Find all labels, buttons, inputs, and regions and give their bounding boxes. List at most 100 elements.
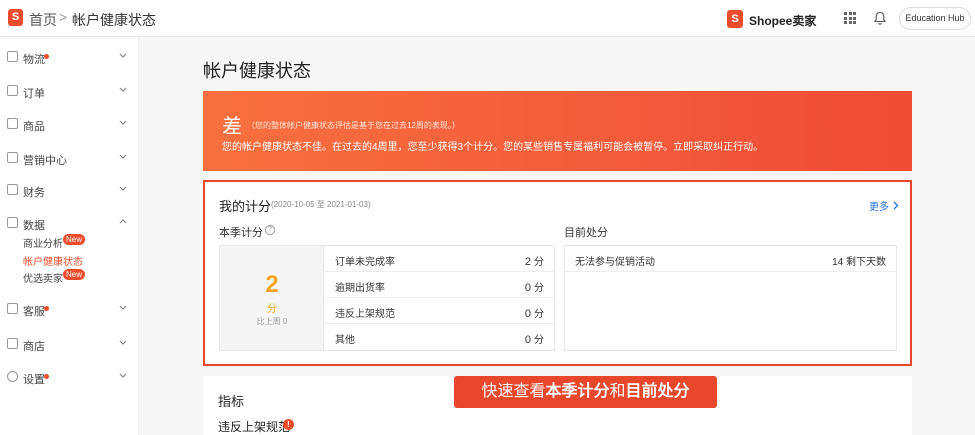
table-row: 其他 0分 xyxy=(325,324,554,350)
more-link-label: 更多 xyxy=(869,202,889,213)
sidebar-item-products[interactable]: 商品 xyxy=(0,115,139,135)
banner-message: 您的帐户健康状态不佳。在过去的4周里，您至少获得3个计分。您的某些销售专属福利可… xyxy=(222,142,764,153)
penalty-name: 无法参与促销活动 xyxy=(575,257,655,268)
breadcrumb-home[interactable]: 首页 xyxy=(29,10,57,30)
sidebar-item-customer-service[interactable]: 客服 xyxy=(0,300,139,320)
card-title: 我的计分 xyxy=(219,199,272,214)
chevron-right-icon xyxy=(893,201,899,210)
sidebar-item-settings[interactable]: 设置 xyxy=(0,368,139,388)
notification-dot xyxy=(44,374,49,379)
more-link[interactable]: 更多 xyxy=(869,198,899,213)
new-badge: New xyxy=(63,269,86,280)
chevron-down-icon xyxy=(119,120,127,125)
sidebar-item-label: 商品 xyxy=(23,121,45,133)
metric-unit: 分 xyxy=(534,335,544,346)
sidebar-item-data[interactable]: 数据 xyxy=(0,214,139,234)
sidebar-item-logistics[interactable]: 物流 xyxy=(0,48,139,68)
truck-icon xyxy=(7,51,18,62)
table-row: 逾期出货率 0分 xyxy=(325,272,554,298)
health-status-banner: 差 （您的整体帐户健康状态评估是基于您在过去12周的表现。） 您的帐户健康状态不… xyxy=(203,91,912,171)
health-grade: 差 xyxy=(222,116,242,138)
notification-dot xyxy=(44,54,49,59)
total-points-panel: 2 分 比上周 0 xyxy=(220,246,324,350)
tag-icon xyxy=(7,152,18,163)
apps-grid-icon[interactable] xyxy=(844,12,856,24)
metric-label: 订单未完成率 xyxy=(335,257,395,268)
sidebar-item-orders[interactable]: 订单 xyxy=(0,82,139,102)
metric-points: 0 xyxy=(524,334,531,346)
brand-name: Shopee卖家 xyxy=(749,14,817,28)
chevron-down-icon xyxy=(119,373,127,378)
bell-icon[interactable] xyxy=(873,11,887,26)
metric-value: 0分 xyxy=(525,279,544,294)
sidebar-item-label: 商店 xyxy=(23,341,45,353)
callout-mid: 和 xyxy=(609,383,626,400)
chevron-up-icon xyxy=(119,219,127,224)
sidebar-item-finance[interactable]: 财务 xyxy=(0,181,139,201)
help-icon[interactable]: ? xyxy=(265,225,275,235)
chart-icon xyxy=(7,217,18,228)
chevron-down-icon xyxy=(119,305,127,310)
annotation-callout: 快速查看本季计分和目前处分 xyxy=(454,376,717,408)
penalty-row: 无法参与促销活动 14 剩下天数 xyxy=(565,246,896,272)
grade-note: （您的整体帐户健康状态评估是基于您在过去12周的表现。） xyxy=(247,121,460,130)
metric-label: 其他 xyxy=(335,335,355,346)
sidebar-item-label: 物流 xyxy=(23,54,45,66)
shopee-logo-icon[interactable]: S xyxy=(8,9,23,26)
metric-points: 0 xyxy=(524,308,531,320)
sidebar-item-shop[interactable]: 商店 xyxy=(0,335,139,355)
sidebar-item-label: 客服 xyxy=(23,306,45,318)
page-title: 帐户健康状态 xyxy=(203,61,311,81)
box-icon xyxy=(7,118,18,129)
metric-label: 逾期出货率 xyxy=(335,283,385,294)
metric-value: 0分 xyxy=(525,305,544,320)
table-row: 订单未完成率 2分 xyxy=(325,246,554,272)
table-row: 违反上架规范 0分 xyxy=(325,298,554,324)
breadcrumb-separator: > xyxy=(59,9,68,25)
total-points-unit: 分 xyxy=(267,304,277,315)
sidebar-item-label: 营销中心 xyxy=(23,155,67,167)
shop-icon xyxy=(7,338,18,349)
notification-dot xyxy=(44,306,49,311)
metric-unit: 分 xyxy=(534,283,544,294)
chevron-down-icon xyxy=(119,154,127,159)
gear-icon xyxy=(7,371,18,382)
metric-points: 0 xyxy=(524,282,531,294)
new-badge: New xyxy=(63,234,86,245)
quarter-points-label: 本季计分 xyxy=(219,227,263,239)
metric-value: 2分 xyxy=(525,253,544,268)
sidebar-subitem-business-insights[interactable]: 商业分析 New xyxy=(23,234,86,250)
sidebar-item-label: 财务 xyxy=(23,187,45,199)
warning-icon: ! xyxy=(283,419,294,430)
chat-icon xyxy=(7,303,18,314)
total-points: 2 xyxy=(265,271,279,298)
callout-prefix: 快速查看 xyxy=(481,383,546,400)
penalty-days-left: 14 剩下天数 xyxy=(832,257,886,268)
current-penalty-panel: 无法参与促销活动 14 剩下天数 xyxy=(564,245,897,351)
my-points-card: 我的计分 (2020-10-05 至 2021-01-03) 更多 本季计分 ?… xyxy=(203,180,912,366)
sidebar-item-label: 设置 xyxy=(23,374,45,386)
callout-bold-penalty: 目前处分 xyxy=(625,383,690,400)
sidebar-subitem-account-health[interactable]: 帐户健康状态 xyxy=(23,253,83,268)
education-hub-button[interactable]: Education Hub xyxy=(899,7,971,30)
sidebar-item-marketing[interactable]: 营销中心 xyxy=(0,149,139,169)
metric-points: 2 xyxy=(524,256,531,268)
chevron-down-icon xyxy=(119,186,127,191)
date-range: (2020-10-05 至 2021-01-03) xyxy=(271,200,371,209)
metric-unit: 分 xyxy=(534,309,544,320)
sidebar-subitem-preferred-seller[interactable]: 优选卖家 New xyxy=(23,269,86,285)
breadcrumb-current: 帐户健康状态 xyxy=(72,12,156,28)
chevron-down-icon xyxy=(119,53,127,58)
chevron-down-icon xyxy=(119,87,127,92)
sidebar-item-label: 数据 xyxy=(23,220,45,232)
shopee-brand-icon: S xyxy=(727,10,743,28)
sidebar-subitem-label: 商业分析 xyxy=(23,239,63,250)
metric-unit: 分 xyxy=(534,257,544,268)
points-breakdown: 2 分 比上周 0 订单未完成率 2分 逾期出货率 0分 违反上架规范 0分 其… xyxy=(219,245,555,351)
wallet-icon xyxy=(7,184,18,195)
callout-bold-quarter: 本季计分 xyxy=(545,383,610,400)
metric-label: 违反上架规范 xyxy=(335,309,395,320)
indicator-item[interactable]: 违反上架规范 xyxy=(218,418,290,435)
top-bar: S 首页 > 帐户健康状态 S Shopee卖家 Education Hub xyxy=(0,0,975,37)
sidebar: 物流 订单 商品 营销中心 财务 数据 商业分析 New 帐户健康状态 优选卖家… xyxy=(0,37,139,435)
